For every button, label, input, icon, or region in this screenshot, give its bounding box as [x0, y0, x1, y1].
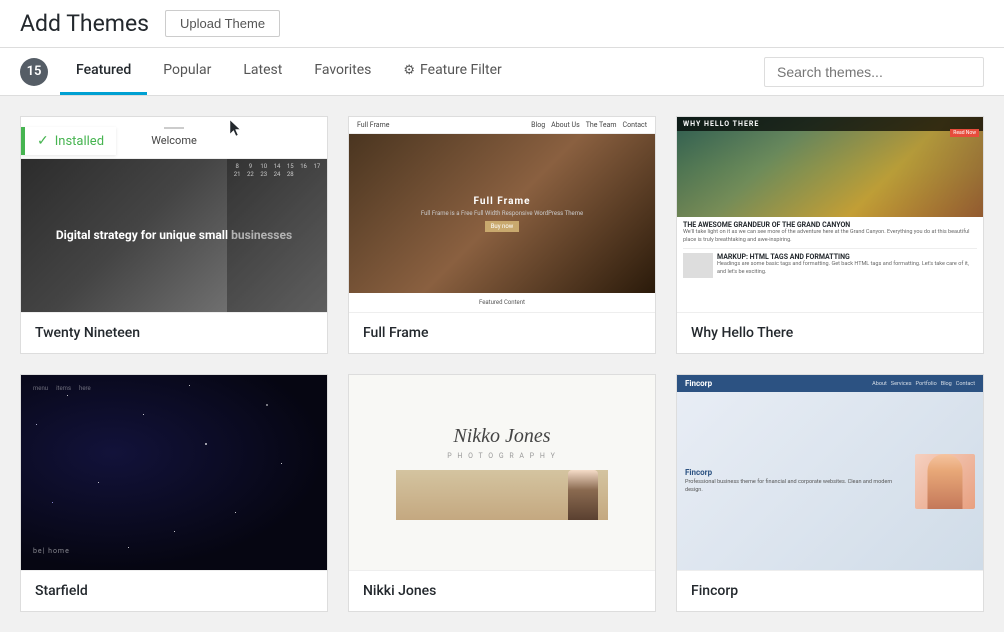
ff-hero: Full Frame Full Frame is a Free Full Wid…: [349, 134, 655, 293]
upload-theme-button[interactable]: Upload Theme: [165, 10, 280, 37]
fc-topbar: Fincorp About Services Portfolio Blog Co…: [677, 375, 983, 392]
theme-name-fincorp: Fincorp: [677, 570, 983, 611]
fc-hero: Fincorp Professional business theme for …: [677, 392, 983, 570]
ff-featured-label: Featured Content: [349, 293, 655, 312]
installed-badge: ✓ Installed: [21, 127, 116, 155]
theme-thumbnail-why-hello-there: WHY HELLO THERE Read Now THE AWESOME GRA…: [677, 117, 983, 312]
theme-name-full-frame: Full Frame: [349, 312, 655, 353]
search-input[interactable]: [764, 57, 984, 87]
theme-name-nikki-jones: Nikki Jones: [349, 570, 655, 611]
page-header: Add Themes Upload Theme: [0, 0, 1004, 48]
tab-latest[interactable]: Latest: [227, 48, 298, 95]
theme-thumbnail-nikki-jones: Nikko Jones P H O T O G R A P H Y: [349, 375, 655, 570]
tabs-bar: 15 Featured Popular Latest Favorites ⚙ F…: [0, 48, 1004, 96]
page-title: Add Themes: [20, 10, 149, 37]
theme-thumbnail-starfield: be| home menu items here: [21, 375, 327, 570]
themes-content: Welcome Digital strategy for unique smal…: [0, 96, 1004, 632]
ff-top-bar: Full Frame Blog About Us The Team Contac…: [349, 117, 655, 134]
theme-card-nikki-jones[interactable]: Nikko Jones P H O T O G R A P H Y Nikki …: [348, 374, 656, 612]
tab-popular[interactable]: Popular: [147, 48, 227, 95]
themes-count-badge: 15: [20, 58, 48, 86]
tabs-container: Featured Popular Latest Favorites ⚙ Feat…: [60, 48, 764, 95]
theme-card-why-hello-there[interactable]: WHY HELLO THERE Read Now THE AWESOME GRA…: [676, 116, 984, 354]
gear-icon: ⚙: [403, 63, 415, 78]
t19-calendar: 8910 14151617 21222324 28: [227, 159, 327, 312]
tab-feature-filter[interactable]: ⚙ Feature Filter: [387, 48, 517, 95]
wht-hero: WHY HELLO THERE Read Now: [677, 117, 983, 217]
theme-name-starfield: Starfield: [21, 570, 327, 611]
theme-card-fincorp[interactable]: Fincorp About Services Portfolio Blog Co…: [676, 374, 984, 612]
theme-thumbnail-full-frame: Full Frame Blog About Us The Team Contac…: [349, 117, 655, 312]
tab-favorites[interactable]: Favorites: [298, 48, 387, 95]
search-box: [764, 57, 984, 87]
t19-hero: Digital strategy for unique small busine…: [21, 159, 327, 312]
theme-card-starfield[interactable]: be| home menu items here Starfield: [20, 374, 328, 612]
theme-card-full-frame[interactable]: Full Frame Blog About Us The Team Contac…: [348, 116, 656, 354]
check-icon: ✓: [37, 133, 49, 149]
theme-name-why-hello-there: Why Hello There: [677, 312, 983, 353]
themes-grid: Welcome Digital strategy for unique smal…: [20, 116, 984, 612]
theme-name-twenty-nineteen: Twenty Nineteen: [21, 312, 327, 353]
theme-thumbnail-twenty-nineteen: Welcome Digital strategy for unique smal…: [21, 117, 327, 312]
tab-featured[interactable]: Featured: [60, 48, 147, 95]
theme-card-twenty-nineteen[interactable]: Welcome Digital strategy for unique smal…: [20, 116, 328, 354]
theme-thumbnail-fincorp: Fincorp About Services Portfolio Blog Co…: [677, 375, 983, 570]
